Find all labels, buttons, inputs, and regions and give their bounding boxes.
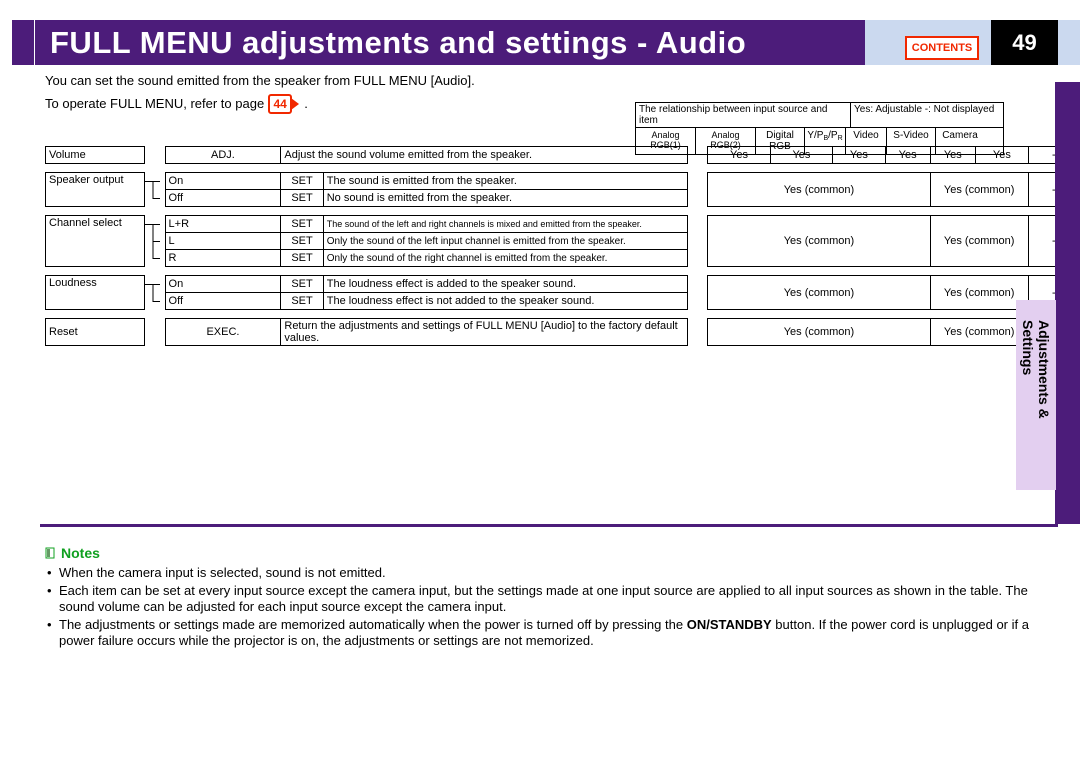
intro-line1: You can set the sound emitted from the s… [45, 72, 475, 90]
row-loudness-on: Loudness On SET The loudness effect is a… [46, 276, 1080, 293]
note-item: Each item can be set at every input sour… [45, 583, 1054, 615]
note-icon [45, 547, 55, 559]
cell-volume-desc: Adjust the sound volume emitted from the… [281, 147, 687, 164]
cell-volume-name: Volume [46, 147, 145, 164]
intro-line2: To operate FULL MENU, refer to page 44 . [45, 94, 475, 114]
page-reference-link[interactable]: 44 [268, 94, 292, 114]
section-tab-label: Adjustments & Settings [1016, 320, 1056, 419]
intro-line2a: To operate FULL MENU, refer to page [45, 95, 264, 113]
row-reset: Reset EXEC. Return the adjustments and s… [46, 319, 1080, 346]
cell-speaker-name: Speaker output [46, 173, 145, 207]
page-title: FULL MENU adjustments and settings - Aud… [50, 20, 746, 65]
cell-reset-name: Reset [46, 319, 145, 346]
cell-volume-type: ADJ. [165, 147, 281, 164]
relheader-right: Yes: Adjustable -: Not displayed [851, 103, 1003, 127]
cell-channel-name: Channel select [46, 216, 145, 267]
contents-button[interactable]: CONTENTS [905, 36, 979, 60]
note-item: When the camera input is selected, sound… [45, 565, 1054, 581]
cell-loudness-name: Loudness [46, 276, 145, 310]
notes-section: Notes When the camera input is selected,… [45, 545, 1054, 651]
page-number: 49 [991, 20, 1058, 65]
note-item: The adjustments or settings made are mem… [45, 617, 1054, 649]
row-volume: Volume ADJ. Adjust the sound volume emit… [46, 147, 1080, 164]
settings-table: Volume ADJ. Adjust the sound volume emit… [45, 146, 1080, 346]
intro-text: You can set the sound emitted from the s… [45, 72, 475, 114]
row-speaker-on: Speaker output On SET The sound is emitt… [46, 173, 1080, 190]
notes-heading: Notes [45, 545, 1054, 561]
intro-line2b: . [304, 95, 308, 113]
horizontal-rail [40, 524, 1058, 527]
row-channel-lr: Channel select L+R SET The sound of the … [46, 216, 1080, 233]
right-rail [1058, 82, 1080, 524]
relheader-left: The relationship between input source an… [636, 103, 851, 127]
accent-bar [12, 20, 34, 65]
